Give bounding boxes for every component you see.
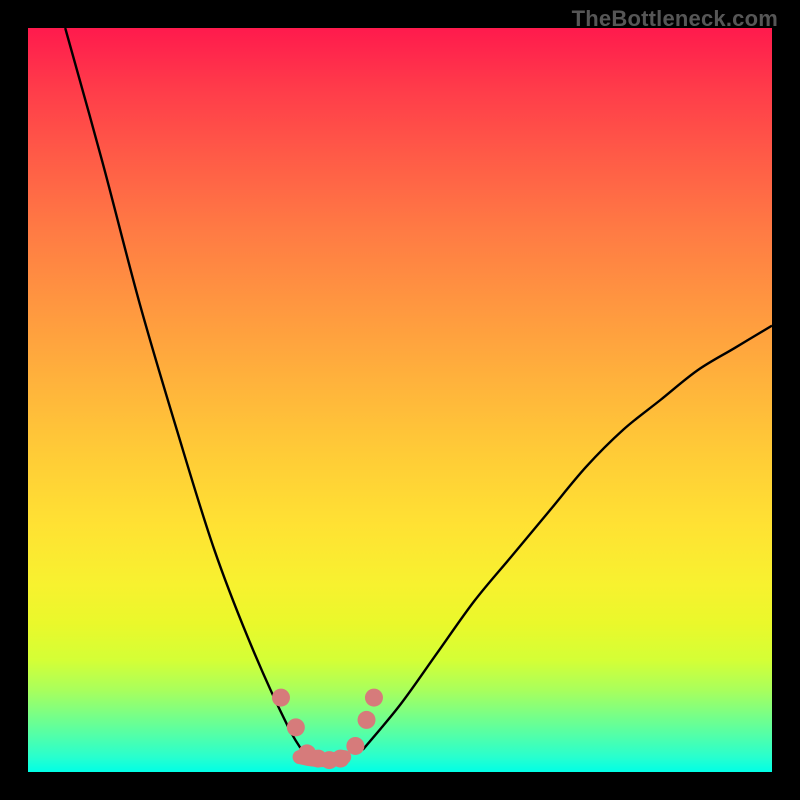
left-curve <box>65 28 307 757</box>
trough-markers <box>272 689 383 770</box>
watermark-text: TheBottleneck.com <box>572 6 778 32</box>
right-curve <box>363 326 772 750</box>
chart-frame: TheBottleneck.com <box>0 0 800 800</box>
chart-svg-layer <box>0 0 800 800</box>
